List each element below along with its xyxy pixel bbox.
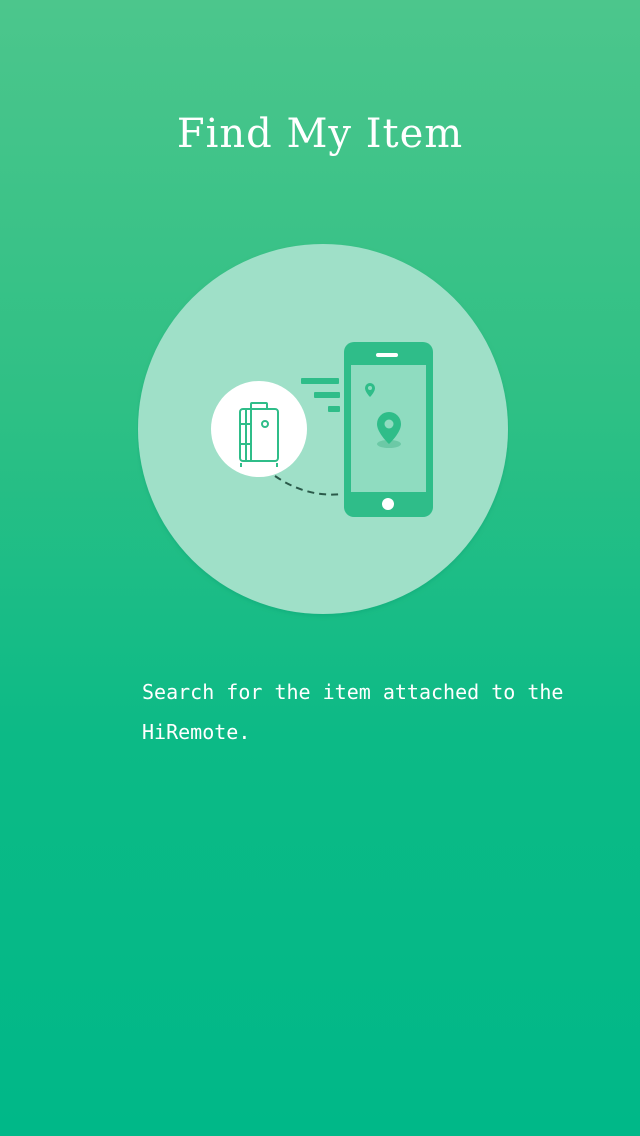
smartphone-icon xyxy=(344,342,433,517)
illustration-circle xyxy=(138,244,508,614)
feature-description: Search for the item attached to the HiRe… xyxy=(142,680,564,744)
location-pin-icon xyxy=(377,412,401,448)
page-title: Find My Item xyxy=(176,111,464,157)
find-item-illustration xyxy=(137,236,509,622)
item-badge xyxy=(211,381,307,477)
